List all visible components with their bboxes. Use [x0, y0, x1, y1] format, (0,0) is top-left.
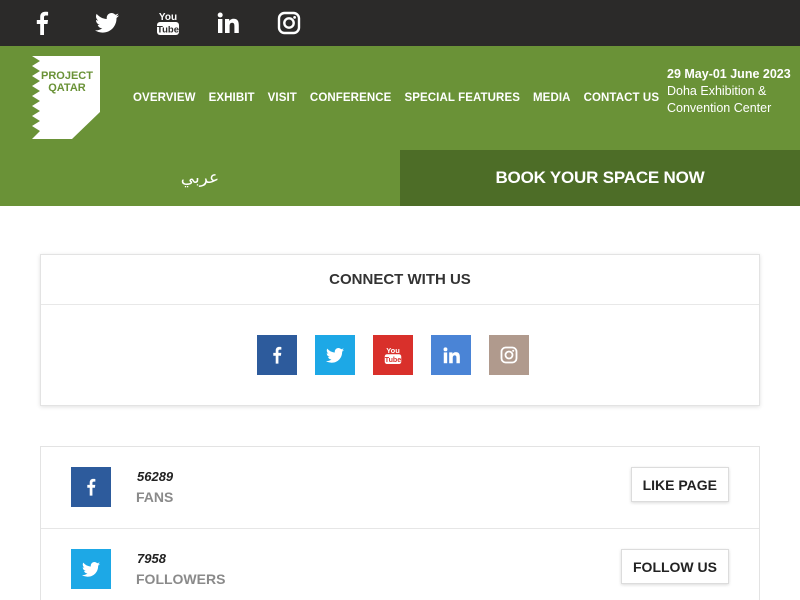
- youtube-icon[interactable]: You Tube: [152, 7, 184, 39]
- logo-text-project: PROJECT: [41, 70, 93, 82]
- event-date: 29 May-01 June 2023: [667, 67, 791, 81]
- nav-media[interactable]: MEDIA: [533, 90, 571, 106]
- facebook-stat-row: 56289 FANS LIKE PAGE: [41, 447, 759, 529]
- facebook-icon: [71, 467, 111, 507]
- connect-icons: You Tube: [257, 335, 547, 375]
- facebook-icon[interactable]: [257, 335, 297, 375]
- facebook-fans-label: FANS: [136, 489, 174, 505]
- connect-title: CONNECT WITH US: [41, 255, 759, 305]
- social-stats-card: 56289 FANS LIKE PAGE 7958 FOLLOWERS FOLL…: [40, 446, 760, 600]
- twitter-icon[interactable]: [315, 335, 355, 375]
- linkedin-icon[interactable]: [431, 335, 471, 375]
- facebook-fan-count: 56289: [137, 469, 174, 484]
- twitter-stat-row: 7958 FOLLOWERS FOLLOW US: [41, 529, 759, 600]
- logo-text-qatar: QATAR: [48, 82, 86, 94]
- twitter-follower-count: 7958: [137, 551, 166, 566]
- nav-conference[interactable]: CONFERENCE: [310, 90, 392, 106]
- main-nav: OVERVIEW EXHIBIT VISIT CONFERENCE SPECIA…: [133, 90, 672, 106]
- svg-text:Tube: Tube: [157, 25, 179, 36]
- svg-text:You: You: [159, 12, 177, 23]
- arabic-language-button[interactable]: عربي: [0, 150, 400, 206]
- nav-exhibit[interactable]: EXHIBIT: [209, 90, 255, 106]
- instagram-icon[interactable]: [489, 335, 529, 375]
- twitter-icon: [71, 549, 111, 589]
- social-top-bar: You Tube: [0, 0, 800, 46]
- svg-text:You: You: [386, 346, 400, 355]
- twitter-followers-label: FOLLOWERS: [136, 571, 226, 587]
- nav-contact-us[interactable]: CONTACT US: [584, 90, 660, 106]
- facebook-icon[interactable]: [26, 7, 58, 39]
- nav-overview[interactable]: OVERVIEW: [133, 90, 196, 106]
- like-page-button[interactable]: LIKE PAGE: [630, 467, 729, 502]
- event-info: 29 May-01 June 2023 Doha Exhibition & Co…: [667, 66, 797, 117]
- book-space-button[interactable]: BOOK YOUR SPACE NOW: [400, 150, 800, 206]
- linkedin-icon[interactable]: [212, 7, 244, 39]
- follow-us-button[interactable]: FOLLOW US: [621, 549, 729, 584]
- nav-special-features[interactable]: SPECIAL FEATURES: [404, 90, 520, 106]
- svg-text:Tube: Tube: [385, 356, 401, 364]
- project-qatar-logo[interactable]: PROJECT QATAR: [18, 56, 100, 139]
- youtube-icon[interactable]: You Tube: [373, 335, 413, 375]
- event-venue: Doha Exhibition & Convention Center: [667, 84, 772, 115]
- site-header: PROJECT QATAR OVERVIEW EXHIBIT VISIT CON…: [0, 46, 800, 150]
- action-bar: عربي BOOK YOUR SPACE NOW: [0, 150, 800, 206]
- instagram-icon[interactable]: [273, 7, 305, 39]
- nav-visit[interactable]: VISIT: [268, 90, 297, 106]
- twitter-icon[interactable]: [91, 7, 123, 39]
- connect-card: CONNECT WITH US You Tube: [40, 254, 760, 406]
